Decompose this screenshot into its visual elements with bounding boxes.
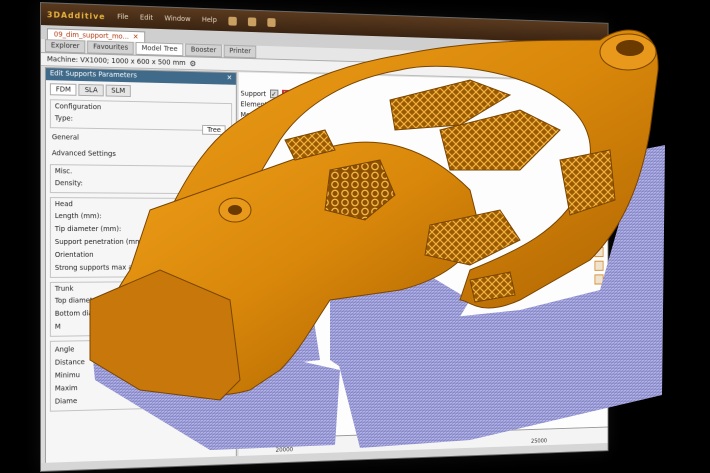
machine-label: Machine: VX1000; 1000 x 600 x 500 mm: [46, 55, 186, 67]
view-top-icon[interactable]: [594, 205, 604, 217]
ruler-label-20000: 20000: [275, 446, 294, 454]
stage: 3DAdditive File Edit Window Help 09_dim_…: [0, 0, 710, 473]
tab-printer[interactable]: Printer: [223, 44, 257, 59]
menu-edit[interactable]: Edit: [140, 14, 153, 22]
rotate-icon[interactable]: [594, 247, 604, 258]
misc-label: Misc.: [54, 167, 73, 176]
advanced-settings-label[interactable]: Advanced Settings: [52, 147, 230, 162]
right-toolbar: [594, 192, 604, 285]
orientation-label: Orientation: [54, 250, 94, 259]
mode-label: Mode: Area Sel: [240, 110, 290, 120]
view-side-icon[interactable]: [594, 219, 604, 230]
view-iso-icon[interactable]: [594, 233, 604, 244]
undo-icon[interactable]: [247, 16, 256, 26]
pivot-hole: [616, 40, 644, 56]
app-window: 3DAdditive File Edit Window Help 09_dim_…: [40, 2, 609, 472]
panel-close-icon[interactable]: ✕: [227, 74, 232, 84]
support-toolbar: Support ✓ ✕ Elements to support Mode: Ar…: [240, 88, 350, 129]
zoom-icon[interactable]: [594, 260, 604, 271]
tab-model-tree[interactable]: Model Tree: [135, 41, 184, 57]
supports-panel: Edit Supports Parameters ✕ FDM SLA SLM C…: [44, 67, 237, 467]
density-label: Density:: [54, 179, 83, 188]
menu-window[interactable]: Window: [164, 14, 190, 23]
tab-slm[interactable]: SLM: [105, 84, 131, 98]
tip-diameter-label: Tip diameter (mm):: [54, 225, 122, 234]
panel-title: Edit Supports Parameters: [49, 69, 137, 80]
ruler-label-25000: 25000: [531, 437, 548, 445]
app-logo: 3DAdditive: [46, 9, 106, 21]
tab-sla[interactable]: SLA: [78, 83, 104, 97]
head-label: Head: [54, 200, 73, 209]
trunk-group: Trunk Top diameter (mm): Bottom diameter…: [49, 280, 233, 337]
view-front-icon[interactable]: [594, 192, 604, 203]
trunk-m-label: M: [54, 322, 61, 331]
tree-button[interactable]: Tree: [202, 124, 226, 136]
close-icon[interactable]: ✕: [133, 33, 139, 41]
cross-icon[interactable]: ✕: [281, 89, 290, 99]
save-icon[interactable]: [228, 16, 237, 26]
tab-booster[interactable]: Booster: [185, 43, 222, 58]
check-icon[interactable]: ✓: [269, 89, 279, 99]
head-group: Head Length (mm): Tip diameter (mm): Sup…: [49, 197, 233, 278]
redo-icon[interactable]: [267, 17, 276, 27]
tab-explorer[interactable]: Explorer: [44, 39, 86, 54]
strong-supports-angle-label: Strong supports max angle: [54, 263, 148, 272]
support-label: Support: [240, 89, 267, 98]
support-penetration-label: Support penetration (mm):: [54, 237, 147, 246]
misc-group: Misc. Density:: [49, 164, 233, 195]
configuration-group: Configuration Type: Tree: [49, 99, 233, 136]
head-length-label: Length (mm):: [54, 212, 102, 221]
menu-help[interactable]: Help: [202, 16, 217, 24]
menu-file[interactable]: File: [117, 13, 128, 21]
tab-fdm[interactable]: FDM: [49, 83, 77, 96]
trunk-label: Trunk: [54, 284, 74, 293]
lower-group: Angle Distance Minimu Maxim Diame: [49, 337, 233, 412]
gear-icon[interactable]: ⚙: [189, 59, 196, 68]
tab-favourites[interactable]: Favourites: [87, 40, 134, 55]
fit-icon[interactable]: [594, 274, 604, 285]
